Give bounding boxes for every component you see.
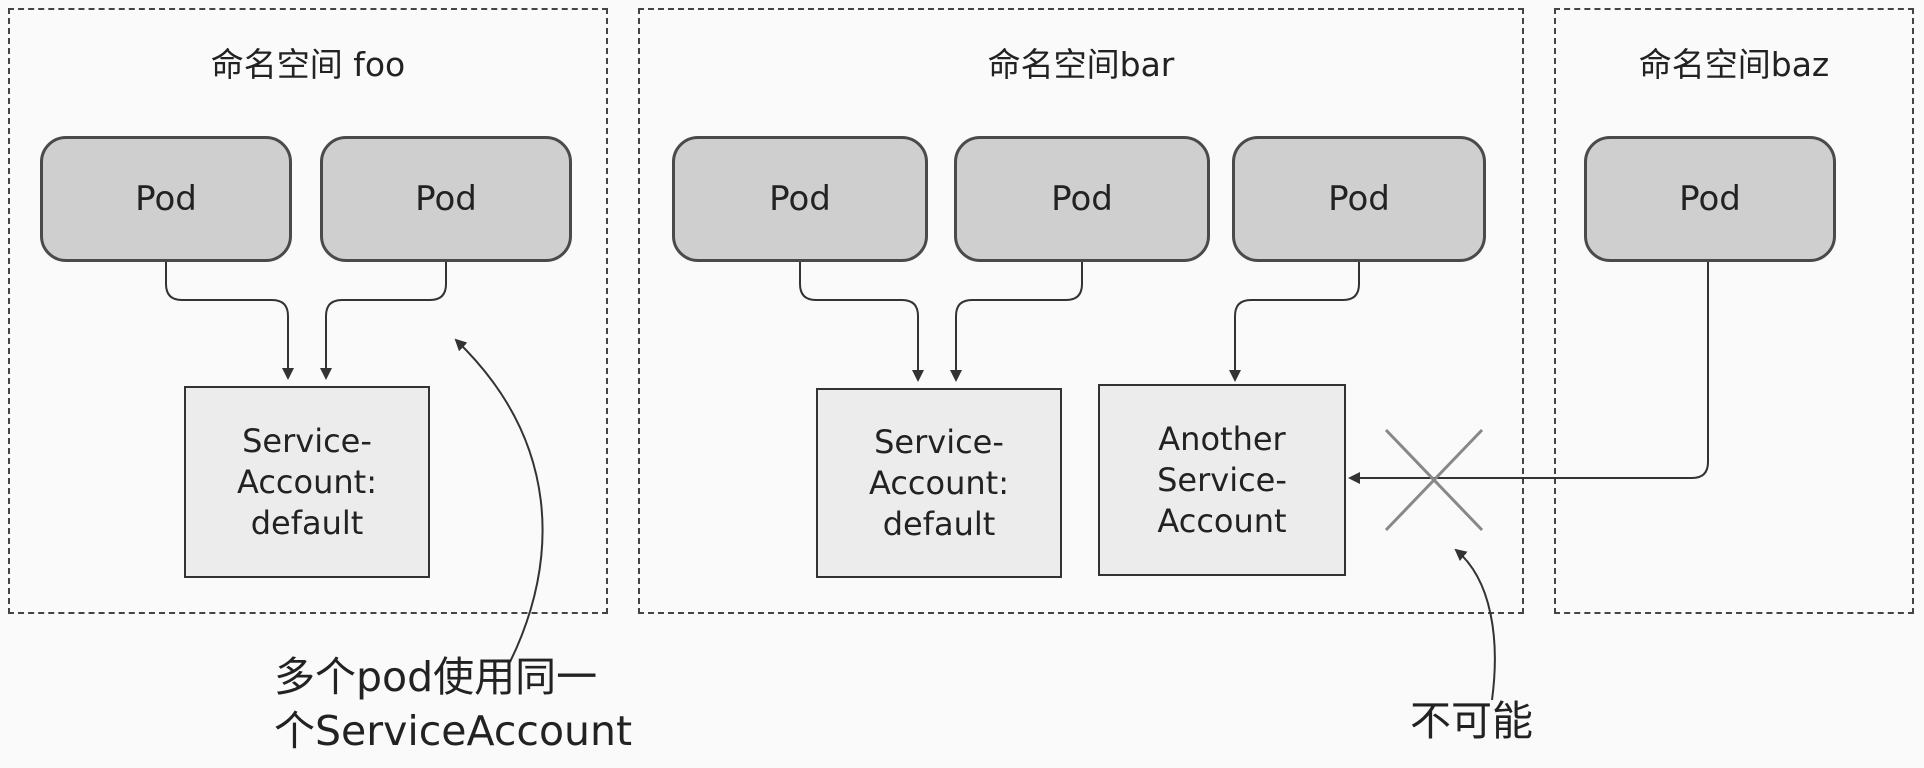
service-account-line: Account	[1157, 501, 1287, 540]
pod-bar-3: Pod	[1232, 136, 1486, 262]
connector-bar-pod2	[950, 262, 1083, 382]
annotation-line: 多个pod使用同一	[274, 653, 598, 701]
service-account-line: Another	[1158, 419, 1286, 458]
service-account-line: Account:	[237, 462, 377, 501]
annotation-arrow-impossible	[1454, 548, 1496, 701]
service-account-line: Service-	[1157, 460, 1287, 499]
pod-foo-2: Pod	[320, 136, 572, 262]
service-account-line: default	[882, 504, 996, 543]
pod-bar-1: Pod	[672, 136, 928, 262]
connector-bar-pod3	[1229, 262, 1360, 382]
connector-foo-pod2	[320, 262, 447, 380]
service-account-line: Service-	[874, 422, 1004, 461]
connector-bar-pod1	[799, 262, 924, 382]
pod-foo-1: Pod	[40, 136, 292, 262]
annotation-line: 个ServiceAccount	[274, 707, 633, 755]
service-account-line: default	[250, 503, 364, 542]
service-account-foo-default: Service- Account: default	[184, 386, 430, 578]
service-account-bar-default: Service- Account: default	[816, 388, 1062, 578]
service-account-line: Account:	[869, 463, 1009, 502]
diagram-canvas: 命名空间 foo 命名空间bar 命名空间baz Pod Pod Pod Pod…	[0, 0, 1924, 768]
annotation-impossible: 不可能	[1410, 697, 1533, 745]
annotation-shared-service-account: 多个pod使用同一 个ServiceAccount	[274, 650, 632, 758]
cross-icon	[1384, 428, 1484, 532]
service-account-bar-another: Another Service- Account	[1098, 384, 1346, 576]
connector-foo-pod1	[165, 262, 294, 380]
pod-baz-1: Pod	[1584, 136, 1836, 262]
annotation-arrow-shared	[454, 338, 544, 663]
service-account-line: Service-	[242, 421, 372, 460]
pod-bar-2: Pod	[954, 136, 1210, 262]
connector-baz-pod	[1348, 262, 1709, 484]
